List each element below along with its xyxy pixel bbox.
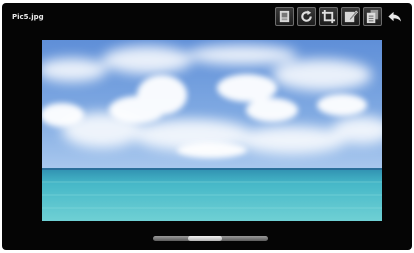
image-scrubber[interactable] bbox=[153, 236, 268, 241]
rotate-icon bbox=[301, 10, 312, 22]
back-button[interactable] bbox=[385, 7, 404, 26]
rotate-button[interactable] bbox=[297, 7, 316, 26]
edit-icon bbox=[344, 10, 358, 23]
edit-button[interactable] bbox=[341, 7, 360, 26]
details-button[interactable] bbox=[363, 7, 382, 26]
crop-icon bbox=[321, 9, 336, 24]
set-as-button[interactable] bbox=[275, 7, 294, 26]
set-as-icon bbox=[279, 10, 290, 23]
toolbar bbox=[275, 6, 404, 27]
photo-display[interactable] bbox=[42, 40, 382, 221]
details-icon bbox=[366, 9, 379, 24]
back-arrow-icon bbox=[388, 11, 402, 22]
scrubber-thumb[interactable] bbox=[188, 236, 222, 241]
crop-button[interactable] bbox=[319, 7, 338, 26]
image-viewer-screen: Pic5.jpg bbox=[2, 3, 412, 250]
image-title: Pic5.jpg bbox=[12, 13, 44, 21]
